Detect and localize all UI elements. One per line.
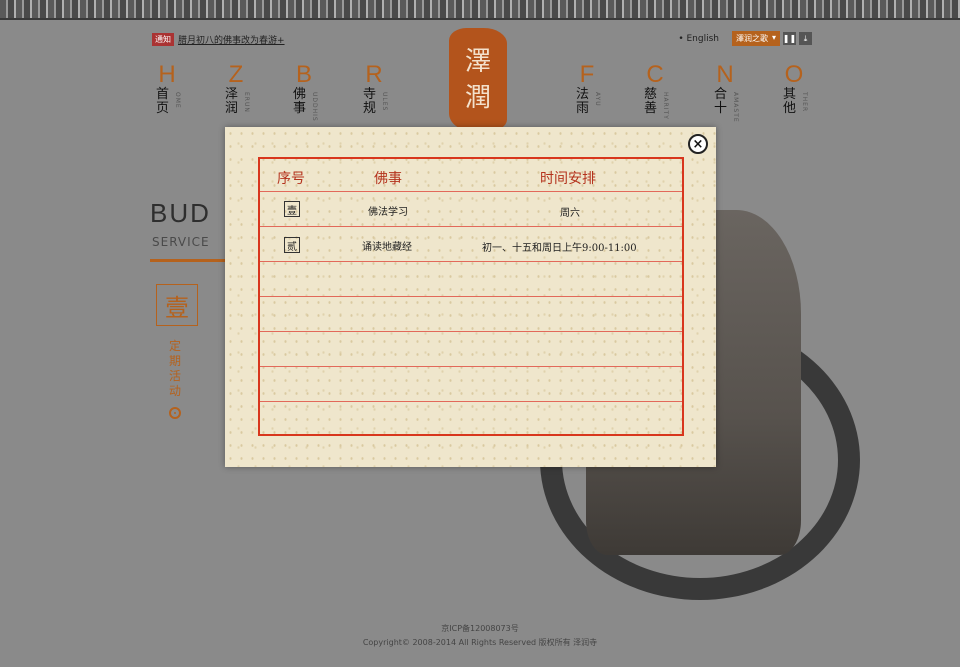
nav-item-charity[interactable]: C 慈善 HARITY xyxy=(640,61,670,120)
section-title: BUD xyxy=(150,198,211,228)
section-divider xyxy=(150,259,226,262)
download-icon[interactable]: ⤓ xyxy=(799,32,812,45)
nav-item-namaste[interactable]: N 合十 AMASTE xyxy=(710,61,740,123)
row-event: 佛法学习 xyxy=(368,207,408,218)
section-subtitle: SERVICE xyxy=(152,235,210,249)
site-logo[interactable]: 澤 潤 xyxy=(449,28,507,132)
chevron-down-icon: ▾ xyxy=(771,33,776,42)
table-rule xyxy=(260,331,682,332)
nav-en: AMASTE xyxy=(732,92,739,123)
nav-label: 首页 xyxy=(156,87,170,116)
row-number: 贰 xyxy=(284,237,300,253)
notice-tag: 通知 xyxy=(152,33,174,46)
row-number: 壹 xyxy=(284,201,300,217)
nav-letter: H xyxy=(158,61,176,88)
nav-en: THER xyxy=(801,92,808,113)
nav-item-home[interactable]: H 首页 OME xyxy=(152,62,182,116)
nav-letter: N xyxy=(716,61,734,88)
nav-item-other[interactable]: O 其他 THER xyxy=(779,62,809,116)
nav-en: ERUN xyxy=(243,92,250,113)
nav-label: 寺规 xyxy=(363,87,377,116)
nav-en: AYU xyxy=(594,92,601,107)
header-index: 序号 xyxy=(277,171,305,187)
logo-char-1: 澤 xyxy=(464,47,491,77)
item-number-box[interactable]: 壹 xyxy=(156,284,198,326)
nav-en: ULES xyxy=(381,92,388,112)
notice-link[interactable]: 腊月初八的佛事改为春游+ xyxy=(178,33,285,46)
nav-item-zerun[interactable]: Z 泽润 ERUN xyxy=(221,62,251,116)
nav-letter: O xyxy=(784,61,804,88)
nav-label: 慈善 xyxy=(644,87,658,116)
nav-item-fayu[interactable]: F 法雨 AYU xyxy=(572,62,602,116)
notice-bar[interactable]: 通知 腊月初八的佛事改为春游+ xyxy=(152,33,285,46)
nav-letter: F xyxy=(579,61,595,88)
table-rule xyxy=(260,191,682,192)
nav-en: OME xyxy=(174,92,181,109)
table-rule xyxy=(260,366,682,367)
table-rule xyxy=(260,401,682,402)
row-time: 周六 xyxy=(560,208,580,219)
row-time: 初一、十五和周日上午9:00-11:00 xyxy=(482,243,637,254)
circle-dot-icon[interactable] xyxy=(169,407,181,419)
table-rule xyxy=(260,296,682,297)
pause-icon[interactable]: ❚❚ xyxy=(783,32,796,45)
header-event: 佛事 xyxy=(374,171,402,187)
logo-char-2: 潤 xyxy=(464,83,491,113)
close-icon[interactable]: × xyxy=(688,134,708,154)
nav-label: 佛事 xyxy=(293,87,307,116)
nav-letter: C xyxy=(646,61,664,88)
music-label: 澤润之歌 xyxy=(735,34,768,43)
nav-label: 合十 xyxy=(714,87,728,116)
table-rule xyxy=(260,261,682,262)
music-select[interactable]: 澤润之歌 ▾ xyxy=(731,31,780,46)
footer-icp: 京ICP备12008073号 xyxy=(441,624,519,633)
nav-item-buddhism[interactable]: B 佛事 UDDHIS xyxy=(289,61,319,122)
table-rule xyxy=(260,226,682,227)
nav-letter: R xyxy=(365,61,383,88)
top-right-controls: • English 澤润之歌 ▾ ❚❚ ⤓ xyxy=(678,31,812,46)
nav-label: 泽润 xyxy=(225,87,239,116)
nav-en: UDDHIS xyxy=(311,92,318,122)
roof-tiles xyxy=(0,0,960,20)
nav-label: 法雨 xyxy=(576,87,590,116)
nav-letter: Z xyxy=(228,61,244,88)
nav-item-rules[interactable]: R 寺规 ULES xyxy=(359,62,389,116)
nav-en: HARITY xyxy=(662,92,669,120)
header-schedule: 时间安排 xyxy=(540,171,596,187)
english-link[interactable]: • English xyxy=(678,34,719,44)
nav-letter: B xyxy=(295,61,312,88)
item-label[interactable]: 定期活动 xyxy=(169,339,183,399)
footer-copyright: Copyright© 2008-2014 All Rights Reserved… xyxy=(362,638,598,647)
nav-label: 其他 xyxy=(783,87,797,116)
row-event: 诵读地藏经 xyxy=(362,242,412,253)
